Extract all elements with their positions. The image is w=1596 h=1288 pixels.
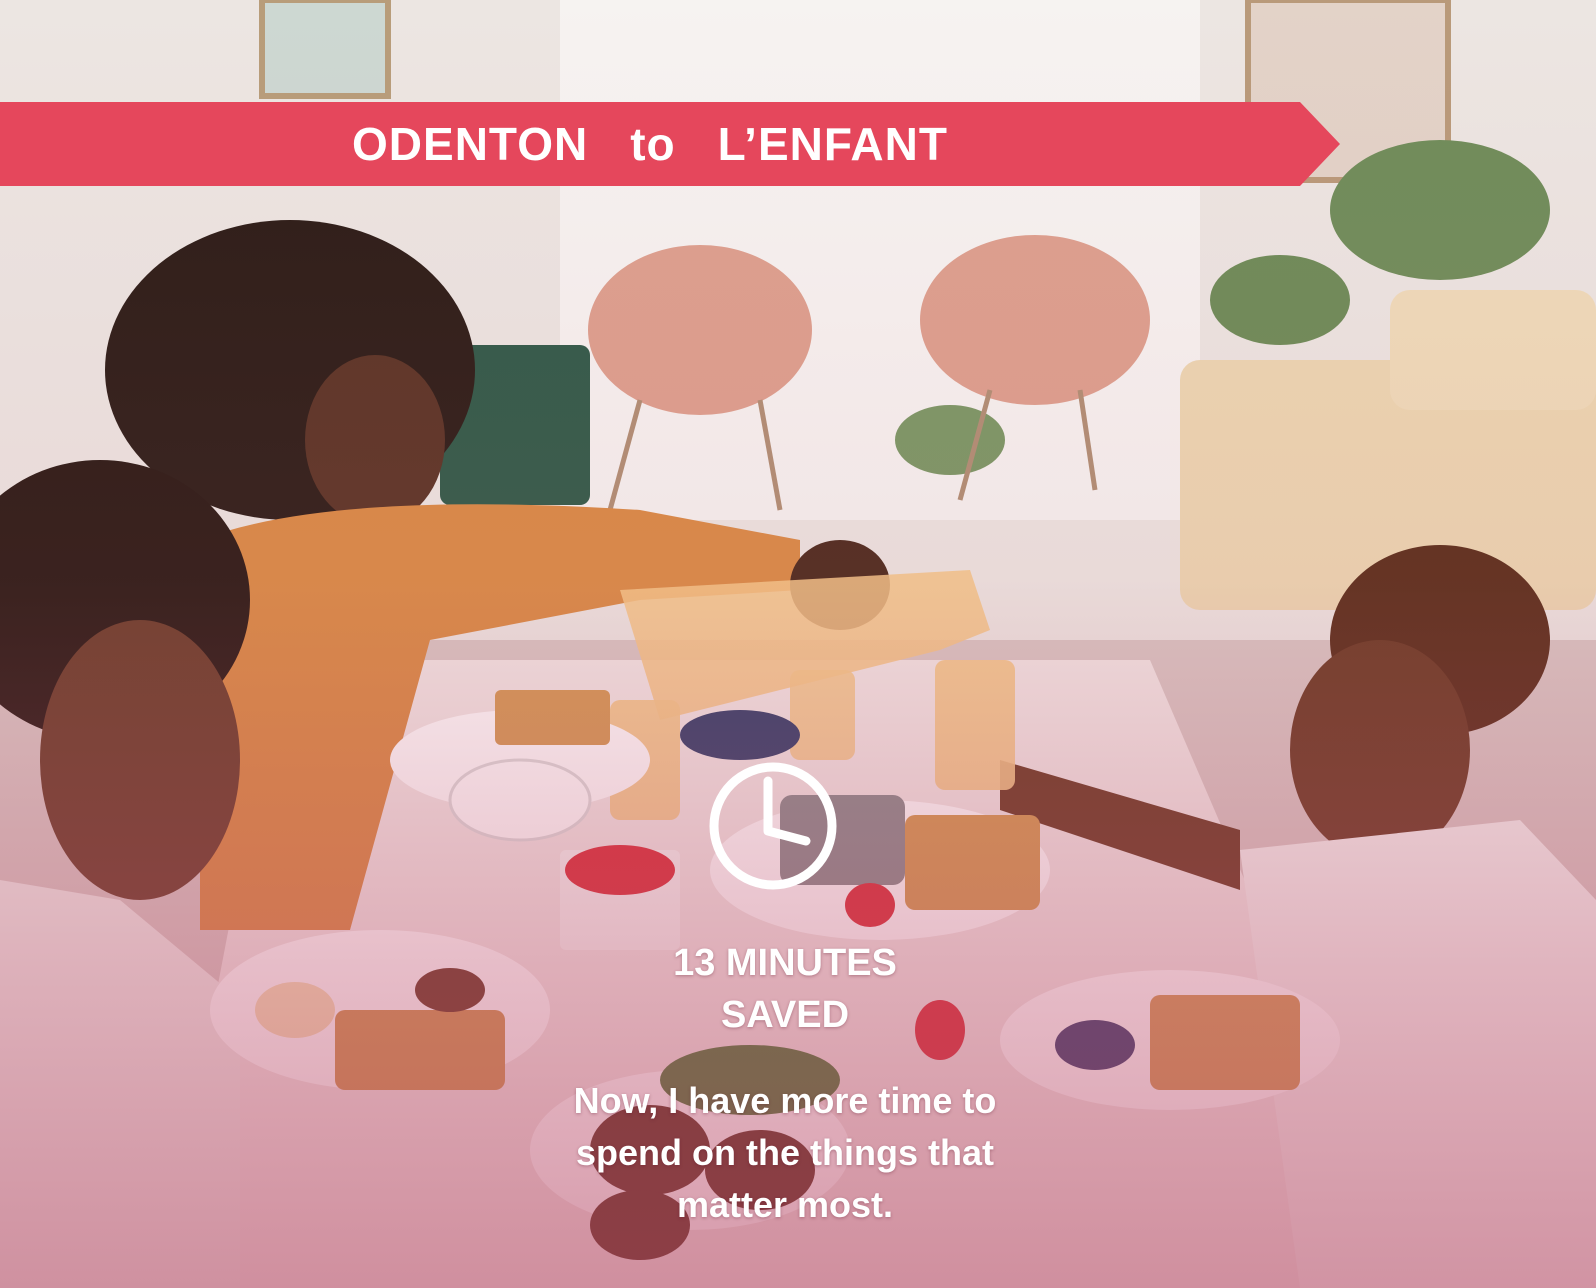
quote-line2: spend on the things that xyxy=(576,1132,994,1173)
quote-line1: Now, I have more time to xyxy=(573,1080,997,1121)
minutes-saved-heading: 13 MINUTES SAVED xyxy=(585,937,985,1041)
route-destination: L’ENFANT xyxy=(717,118,948,170)
route-banner: ODENTON to L’ENFANT xyxy=(0,102,1340,186)
testimonial-quote: Now, I have more time to spend on the th… xyxy=(485,1075,1085,1231)
quote-line3: matter most. xyxy=(676,1184,894,1225)
route-connector: to xyxy=(630,118,676,170)
clock-icon xyxy=(709,762,837,890)
route-title: ODENTON to L’ENFANT xyxy=(0,102,1340,186)
minutes-saved-line2: SAVED xyxy=(720,994,850,1036)
minutes-saved-line1: 13 MINUTES xyxy=(673,942,897,984)
route-origin: ODENTON xyxy=(352,118,589,170)
